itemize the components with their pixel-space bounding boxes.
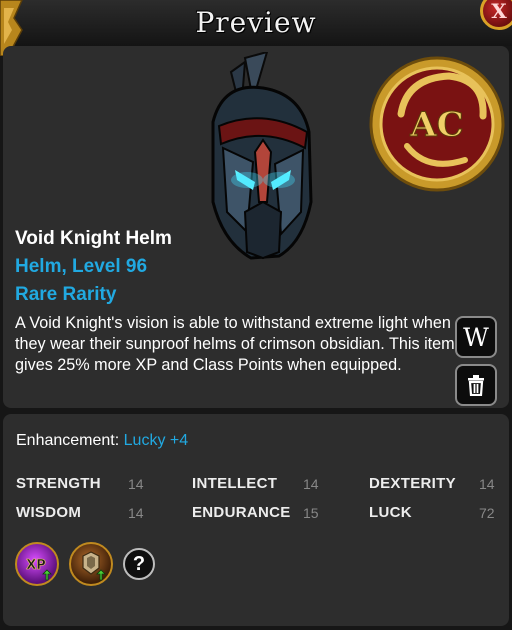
stat-intellect-label: INTELLECT <box>192 475 278 492</box>
stat-dexterity-value: 14 <box>479 476 495 492</box>
stat-luck-label: LUCK <box>369 504 412 521</box>
title-bar: Preview X <box>0 0 512 56</box>
stat-strength-label: STRENGTH <box>16 475 101 492</box>
void-knight-helm-image <box>211 52 313 260</box>
stat-luck-value: 72 <box>479 505 495 521</box>
trash-icon <box>468 375 484 396</box>
stat-endurance-label: ENDURANCE <box>192 504 291 521</box>
question-icon: ? <box>132 552 146 575</box>
item-description: A Void Knight's vision is able to withst… <box>15 314 455 374</box>
item-name: Void Knight Helm <box>15 228 172 249</box>
stat-intellect-value: 14 <box>303 476 319 492</box>
stat-wisdom-value: 14 <box>128 505 144 521</box>
ac-coin-badge: AC <box>369 56 505 192</box>
wiki-icon: W <box>463 322 489 352</box>
xp-badge-icon: XP <box>26 558 52 581</box>
enhancement-label: Enhancement: <box>16 432 120 449</box>
wiki-button[interactable]: W <box>455 316 497 358</box>
item-rarity: Rare Rarity <box>15 284 117 305</box>
window-title: Preview <box>195 6 317 39</box>
stat-wisdom-label: WISDOM <box>16 504 82 521</box>
class-points-boost-icon[interactable] <box>69 542 113 586</box>
item-preview-panel: AC Void Knight Helm Helm, Level 96 Rare … <box>3 46 509 408</box>
enhancement-line: Enhancement: Lucky +4 <box>16 432 188 450</box>
stat-dexterity-label: DEXTERITY <box>369 475 456 492</box>
item-type-level: Helm, Level 96 <box>15 256 148 277</box>
enhancement-value: Lucky +4 <box>123 432 189 449</box>
class-points-icon <box>82 551 106 581</box>
close-icon: X <box>491 0 507 23</box>
stat-endurance-value: 15 <box>303 505 319 521</box>
help-button[interactable]: ? <box>123 548 155 580</box>
delete-button[interactable] <box>455 364 497 406</box>
ac-badge-text: AC <box>409 105 463 145</box>
xp-label: XP <box>26 558 46 573</box>
xp-boost-icon[interactable]: XP <box>15 542 59 586</box>
stat-strength-value: 14 <box>128 476 144 492</box>
item-stats-panel: Enhancement: Lucky +4 STRENGTH 14 INTELL… <box>3 414 509 626</box>
